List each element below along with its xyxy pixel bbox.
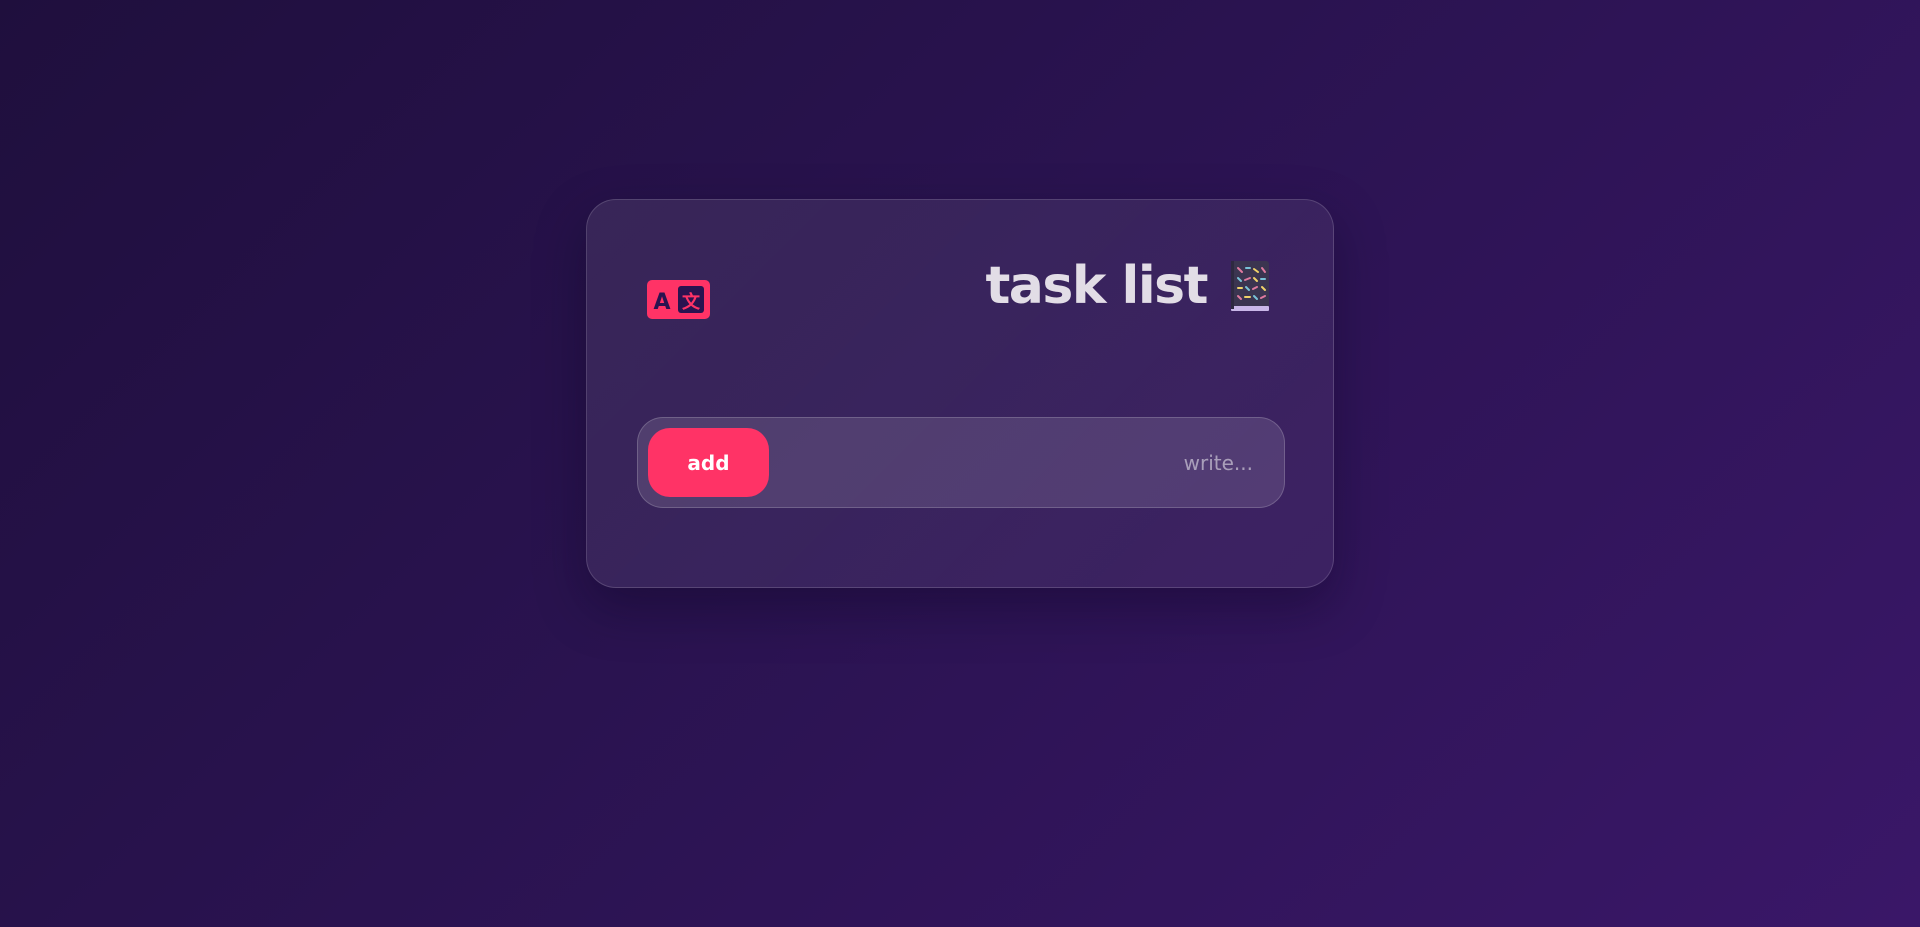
notebook-icon [1231, 261, 1269, 311]
translate-icon: A 文 [647, 280, 710, 319]
page-title: task list [985, 256, 1271, 316]
task-input-row: add [637, 417, 1285, 508]
task-input[interactable] [783, 428, 1253, 497]
title-text: task list [985, 256, 1208, 316]
task-card: A 文 task list add ...write [586, 199, 1334, 588]
language-toggle-button[interactable]: A 文 [647, 280, 710, 319]
svg-text:文: 文 [682, 291, 701, 313]
add-task-button[interactable]: add [648, 428, 769, 497]
svg-text:A: A [653, 290, 670, 315]
